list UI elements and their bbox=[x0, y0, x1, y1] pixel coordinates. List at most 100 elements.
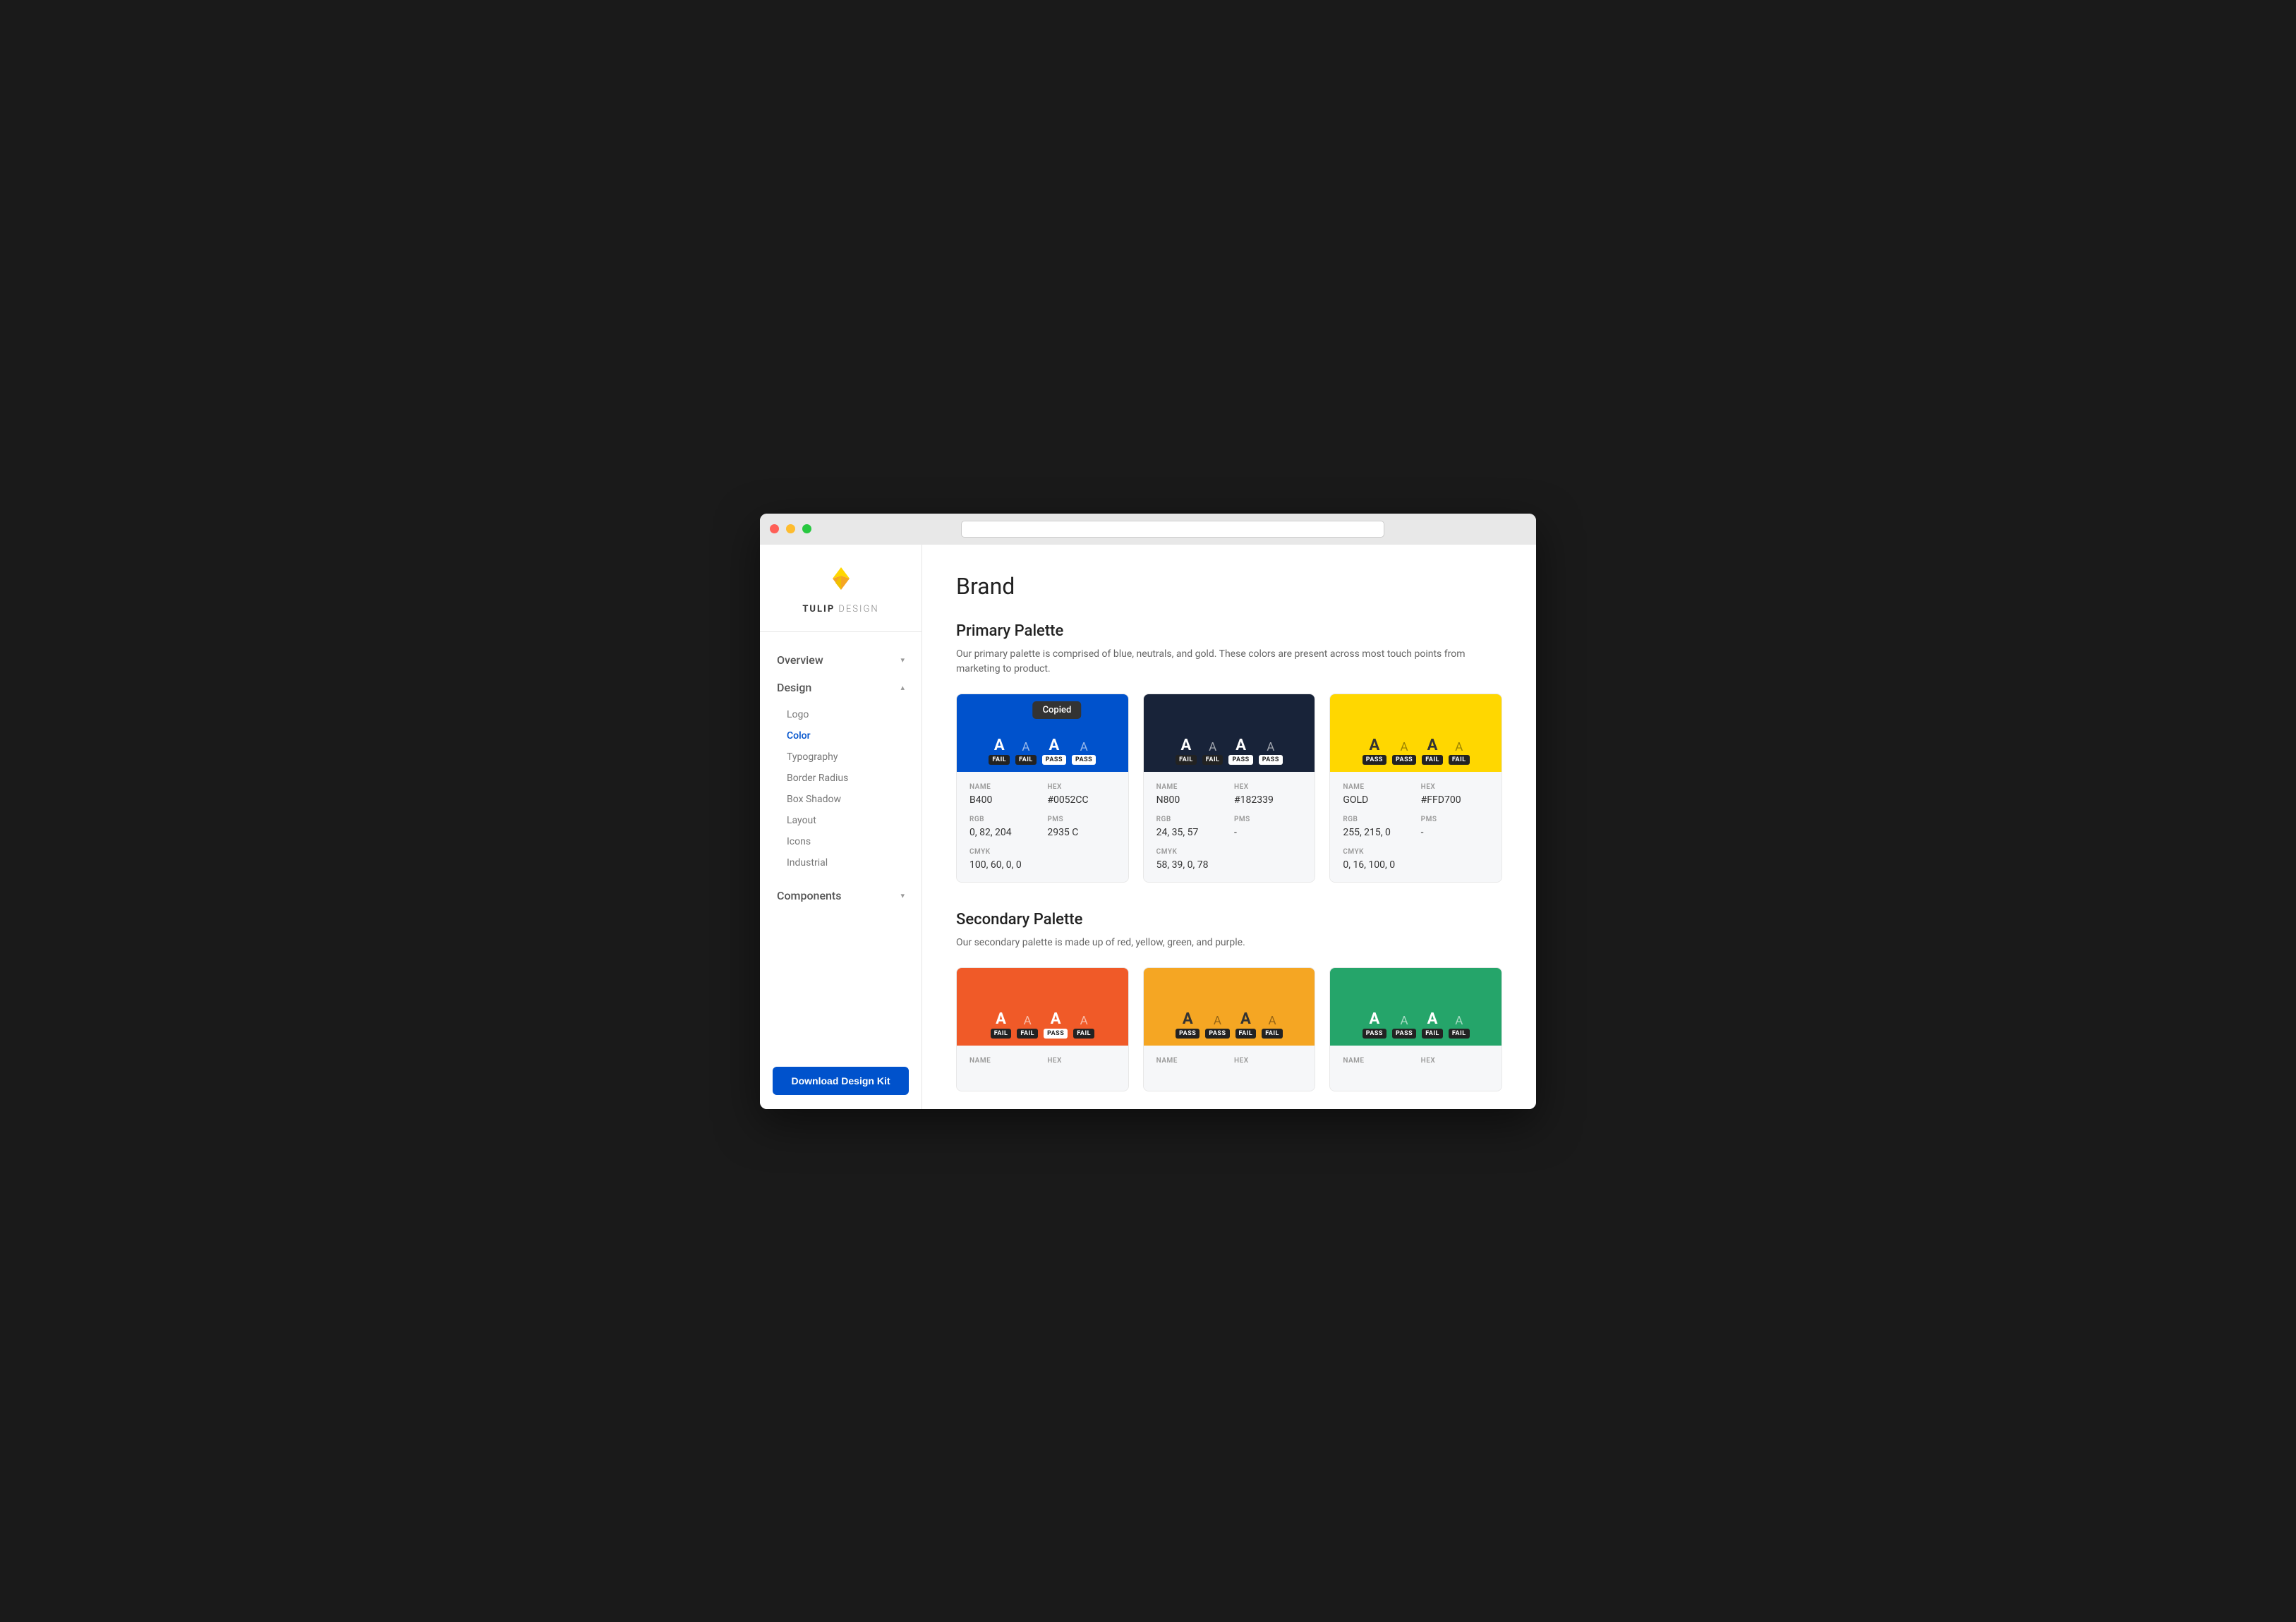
green-info: NAME HEX bbox=[1330, 1046, 1502, 1091]
gold-cmyk: CMYK 0, 16, 100, 0 bbox=[1343, 848, 1410, 871]
browser-window: TULIP DESIGN Overview ▾ Design ▴ Logo Co… bbox=[760, 514, 1536, 1109]
overview-chevron-icon: ▾ bbox=[900, 655, 905, 665]
amber-info: NAME HEX bbox=[1144, 1046, 1315, 1091]
amber-badges: A PASS A PASS A FAIL bbox=[1176, 1012, 1283, 1039]
amber-name: NAME bbox=[1156, 1057, 1224, 1079]
color-swatch-b400: Copied A FAIL A FAIL A bbox=[957, 694, 1128, 772]
sidebar-item-components[interactable]: Components ▾ bbox=[760, 882, 922, 909]
green-badge-2: A PASS bbox=[1392, 1015, 1416, 1039]
minimize-button[interactable] bbox=[786, 524, 795, 533]
green-badge-3: A FAIL bbox=[1422, 1012, 1443, 1039]
n800-cmyk: CMYK 58, 39, 0, 78 bbox=[1156, 848, 1224, 871]
green-hex: HEX bbox=[1421, 1057, 1489, 1079]
green-badge-4: A FAIL bbox=[1449, 1015, 1470, 1039]
n800-pms: PMS - bbox=[1234, 816, 1302, 838]
orange-hex: HEX bbox=[1047, 1057, 1115, 1079]
gold-name: NAME GOLD bbox=[1343, 783, 1410, 806]
orange-name: NAME bbox=[969, 1057, 1037, 1079]
secondary-color-cards: A FAIL A FAIL A PASS bbox=[956, 967, 1502, 1091]
secondary-palette-desc: Our secondary palette is made up of red,… bbox=[956, 936, 1502, 950]
sidebar-nav: Overview ▾ Design ▴ Logo Color Typograph… bbox=[760, 632, 922, 1053]
sidebar-item-color[interactable]: Color bbox=[760, 725, 922, 746]
amber-hex: HEX bbox=[1234, 1057, 1302, 1079]
primary-palette-desc: Our primary palette is comprised of blue… bbox=[956, 647, 1502, 677]
orange-badge-1: A FAIL bbox=[991, 1012, 1012, 1039]
b400-info: NAME B400 HEX #0052CC RGB 0, 82, 204 bbox=[957, 772, 1128, 882]
download-design-kit-button[interactable]: Download Design Kit bbox=[773, 1067, 909, 1095]
color-swatch-orange: A FAIL A FAIL A PASS bbox=[957, 968, 1128, 1046]
sidebar-item-overview[interactable]: Overview ▾ bbox=[760, 646, 922, 674]
b400-badge-2: A FAIL bbox=[1015, 742, 1037, 765]
browser-titlebar bbox=[760, 514, 1536, 545]
orange-badges: A FAIL A FAIL A PASS bbox=[991, 1012, 1094, 1039]
n800-badge-4: A PASS bbox=[1259, 742, 1283, 765]
green-name: NAME bbox=[1343, 1057, 1410, 1079]
gold-badge-3: A FAIL bbox=[1422, 738, 1443, 765]
b400-hex: HEX #0052CC bbox=[1047, 783, 1115, 806]
orange-info: NAME HEX bbox=[957, 1046, 1128, 1091]
color-swatch-n800: A FAIL A FAIL A PASS bbox=[1144, 694, 1315, 772]
color-swatch-amber: A PASS A PASS A FAIL bbox=[1144, 968, 1315, 1046]
amber-badge-4: A FAIL bbox=[1262, 1015, 1283, 1039]
b400-cmyk: CMYK 100, 60, 0, 0 bbox=[969, 848, 1037, 871]
browser-body: TULIP DESIGN Overview ▾ Design ▴ Logo Co… bbox=[760, 545, 1536, 1109]
n800-info: NAME N800 HEX #182339 RGB 24, 35, 57 bbox=[1144, 772, 1315, 882]
n800-name: NAME N800 bbox=[1156, 783, 1224, 806]
color-card-amber[interactable]: A PASS A PASS A FAIL bbox=[1143, 967, 1316, 1091]
copied-tooltip: Copied bbox=[1033, 701, 1082, 719]
color-card-orange[interactable]: A FAIL A FAIL A PASS bbox=[956, 967, 1129, 1091]
sidebar-item-layout[interactable]: Layout bbox=[760, 810, 922, 831]
page-title: Brand bbox=[956, 573, 1502, 600]
b400-badges: A FAIL A FAIL A PASS bbox=[989, 738, 1096, 765]
green-badge-1: A PASS bbox=[1363, 1012, 1386, 1039]
close-button[interactable] bbox=[770, 524, 779, 533]
color-card-n800[interactable]: A FAIL A FAIL A PASS bbox=[1143, 694, 1316, 883]
sidebar-item-industrial[interactable]: Industrial bbox=[760, 852, 922, 873]
n800-badges: A FAIL A FAIL A PASS bbox=[1176, 738, 1283, 765]
sidebar-item-border-radius[interactable]: Border Radius bbox=[760, 768, 922, 789]
b400-badge-3: A PASS bbox=[1042, 738, 1066, 765]
b400-name: NAME B400 bbox=[969, 783, 1037, 806]
sidebar-item-box-shadow[interactable]: Box Shadow bbox=[760, 789, 922, 810]
primary-color-cards: Copied A FAIL A FAIL A bbox=[956, 694, 1502, 883]
b400-badge-4: A PASS bbox=[1072, 742, 1096, 765]
main-content: Brand Primary Palette Our primary palett… bbox=[922, 545, 1536, 1109]
primary-palette-title: Primary Palette bbox=[956, 622, 1502, 640]
sidebar-item-logo[interactable]: Logo bbox=[760, 704, 922, 725]
secondary-palette-title: Secondary Palette bbox=[956, 911, 1502, 928]
color-swatch-gold: A PASS A PASS A FAIL bbox=[1330, 694, 1502, 772]
sidebar-item-icons[interactable]: Icons bbox=[760, 831, 922, 852]
color-swatch-green: A PASS A PASS A FAIL bbox=[1330, 968, 1502, 1046]
sidebar-item-typography[interactable]: Typography bbox=[760, 746, 922, 768]
sidebar-item-design[interactable]: Design ▴ bbox=[760, 674, 922, 701]
gold-hex: HEX #FFD700 bbox=[1421, 783, 1489, 806]
design-sub-items: Logo Color Typography Border Radius Box … bbox=[760, 701, 922, 882]
n800-badge-3: A PASS bbox=[1228, 738, 1252, 765]
b400-badge-1: A FAIL bbox=[989, 738, 1010, 765]
maximize-button[interactable] bbox=[802, 524, 811, 533]
amber-badge-3: A FAIL bbox=[1235, 1012, 1257, 1039]
n800-rgb: RGB 24, 35, 57 bbox=[1156, 816, 1224, 838]
n800-hex: HEX #182339 bbox=[1234, 783, 1302, 806]
color-card-gold[interactable]: A PASS A PASS A FAIL bbox=[1329, 694, 1502, 883]
orange-badge-2: A FAIL bbox=[1017, 1015, 1038, 1039]
b400-rgb: RGB 0, 82, 204 bbox=[969, 816, 1037, 838]
components-chevron-icon: ▾ bbox=[900, 891, 905, 900]
secondary-palette-section: Secondary Palette Our secondary palette … bbox=[956, 911, 1502, 1091]
orange-badge-3: A PASS bbox=[1044, 1012, 1068, 1039]
url-bar[interactable] bbox=[961, 521, 1384, 538]
gold-badges: A PASS A PASS A FAIL bbox=[1363, 738, 1470, 765]
gold-pms: PMS - bbox=[1421, 816, 1489, 838]
gold-info: NAME GOLD HEX #FFD700 RGB 255, 215, 0 bbox=[1330, 772, 1502, 882]
green-badges: A PASS A PASS A FAIL bbox=[1363, 1012, 1470, 1039]
gold-badge-1: A PASS bbox=[1363, 738, 1386, 765]
gold-rgb: RGB 255, 215, 0 bbox=[1343, 816, 1410, 838]
gold-badge-4: A FAIL bbox=[1449, 742, 1470, 765]
tulip-logo-icon bbox=[824, 564, 858, 598]
sidebar-logo: TULIP DESIGN bbox=[760, 545, 922, 632]
gold-badge-2: A PASS bbox=[1392, 742, 1416, 765]
n800-badge-2: A FAIL bbox=[1202, 742, 1223, 765]
color-card-green[interactable]: A PASS A PASS A FAIL bbox=[1329, 967, 1502, 1091]
amber-badge-1: A PASS bbox=[1176, 1012, 1200, 1039]
color-card-b400[interactable]: Copied A FAIL A FAIL A bbox=[956, 694, 1129, 883]
